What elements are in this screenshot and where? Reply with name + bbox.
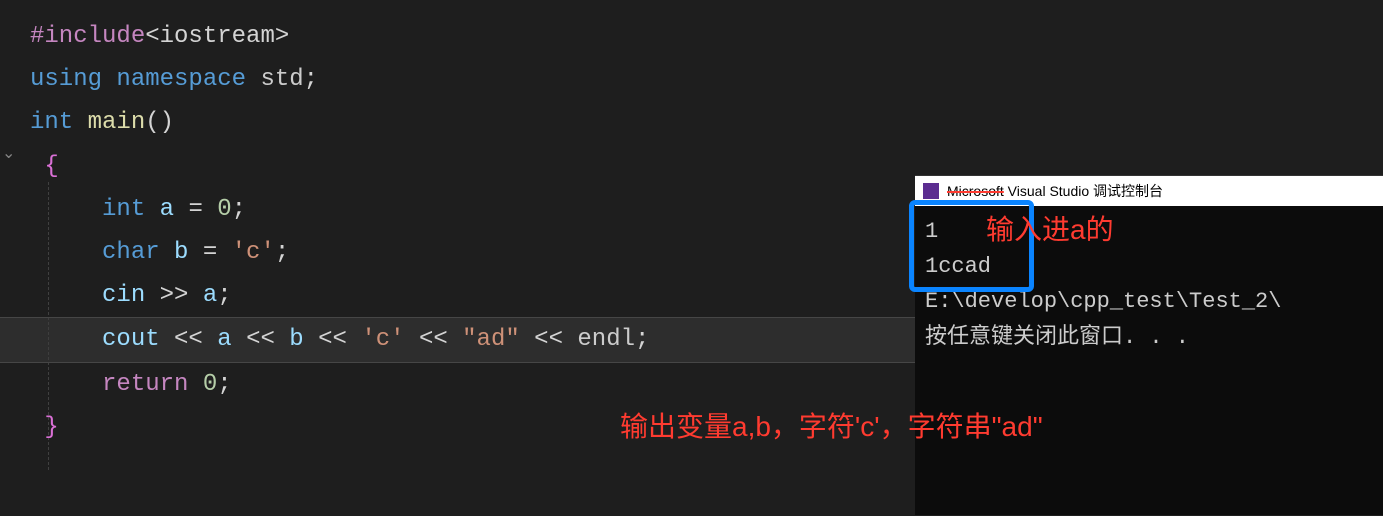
type-token: int (102, 196, 145, 223)
console-output[interactable]: 11ccadE:\develop\cpp_test\Test_2\按任意键关闭此… (915, 206, 1383, 363)
include-target: <iostream> (145, 23, 289, 50)
cout-token: cout (102, 326, 160, 353)
debug-console-window[interactable]: Microsoft Visual Studio 调试控制台 11ccadE:\d… (915, 175, 1383, 515)
brace-open: { (44, 153, 58, 180)
endl-token: endl (577, 326, 635, 353)
console-title: Microsoft Visual Studio 调试控制台 (947, 181, 1163, 201)
operator: = (203, 239, 217, 266)
type-token: char (102, 239, 160, 266)
string-literal: "ad" (462, 326, 520, 353)
brace-close: } (44, 414, 58, 441)
operator: << (419, 326, 448, 353)
operator: << (246, 326, 275, 353)
var-a: a (160, 196, 174, 223)
semicolon: ; (304, 66, 318, 93)
code-line[interactable]: using namespace std; (0, 58, 1383, 101)
semicolon: ; (275, 239, 289, 266)
type-token: int (30, 109, 73, 136)
vs-icon (923, 183, 939, 199)
operator: << (174, 326, 203, 353)
operator: << (318, 326, 347, 353)
operator: = (188, 196, 202, 223)
function-name: main (88, 109, 146, 136)
var-a: a (217, 326, 231, 353)
semicolon: ; (232, 196, 246, 223)
cin-token: cin (102, 282, 145, 309)
number-literal: 0 (217, 196, 231, 223)
preproc-token: #include (30, 23, 145, 50)
console-line: 1 (925, 214, 1375, 249)
var-b: b (289, 326, 303, 353)
semicolon: ; (635, 326, 649, 353)
char-literal: 'c' (361, 326, 404, 353)
code-line[interactable]: int main() (0, 101, 1383, 144)
parens: () (145, 109, 174, 136)
keyword-token: namespace (116, 66, 246, 93)
console-line: E:\develop\cpp_test\Test_2\ (925, 284, 1375, 319)
operator: >> (160, 282, 189, 309)
console-line: 按任意键关闭此窗口. . . (925, 320, 1375, 355)
namespace-token: std (260, 66, 303, 93)
number-literal: 0 (203, 371, 217, 398)
console-line: 1ccad (925, 249, 1375, 284)
var-b: b (174, 239, 188, 266)
semicolon: ; (217, 371, 231, 398)
semicolon: ; (217, 282, 231, 309)
var-a: a (203, 282, 217, 309)
keyword-token: using (30, 66, 102, 93)
console-titlebar[interactable]: Microsoft Visual Studio 调试控制台 (915, 176, 1383, 206)
operator: << (534, 326, 563, 353)
code-line[interactable]: #include<iostream> (0, 15, 1383, 58)
char-literal: 'c' (232, 239, 275, 266)
return-token: return (102, 371, 188, 398)
